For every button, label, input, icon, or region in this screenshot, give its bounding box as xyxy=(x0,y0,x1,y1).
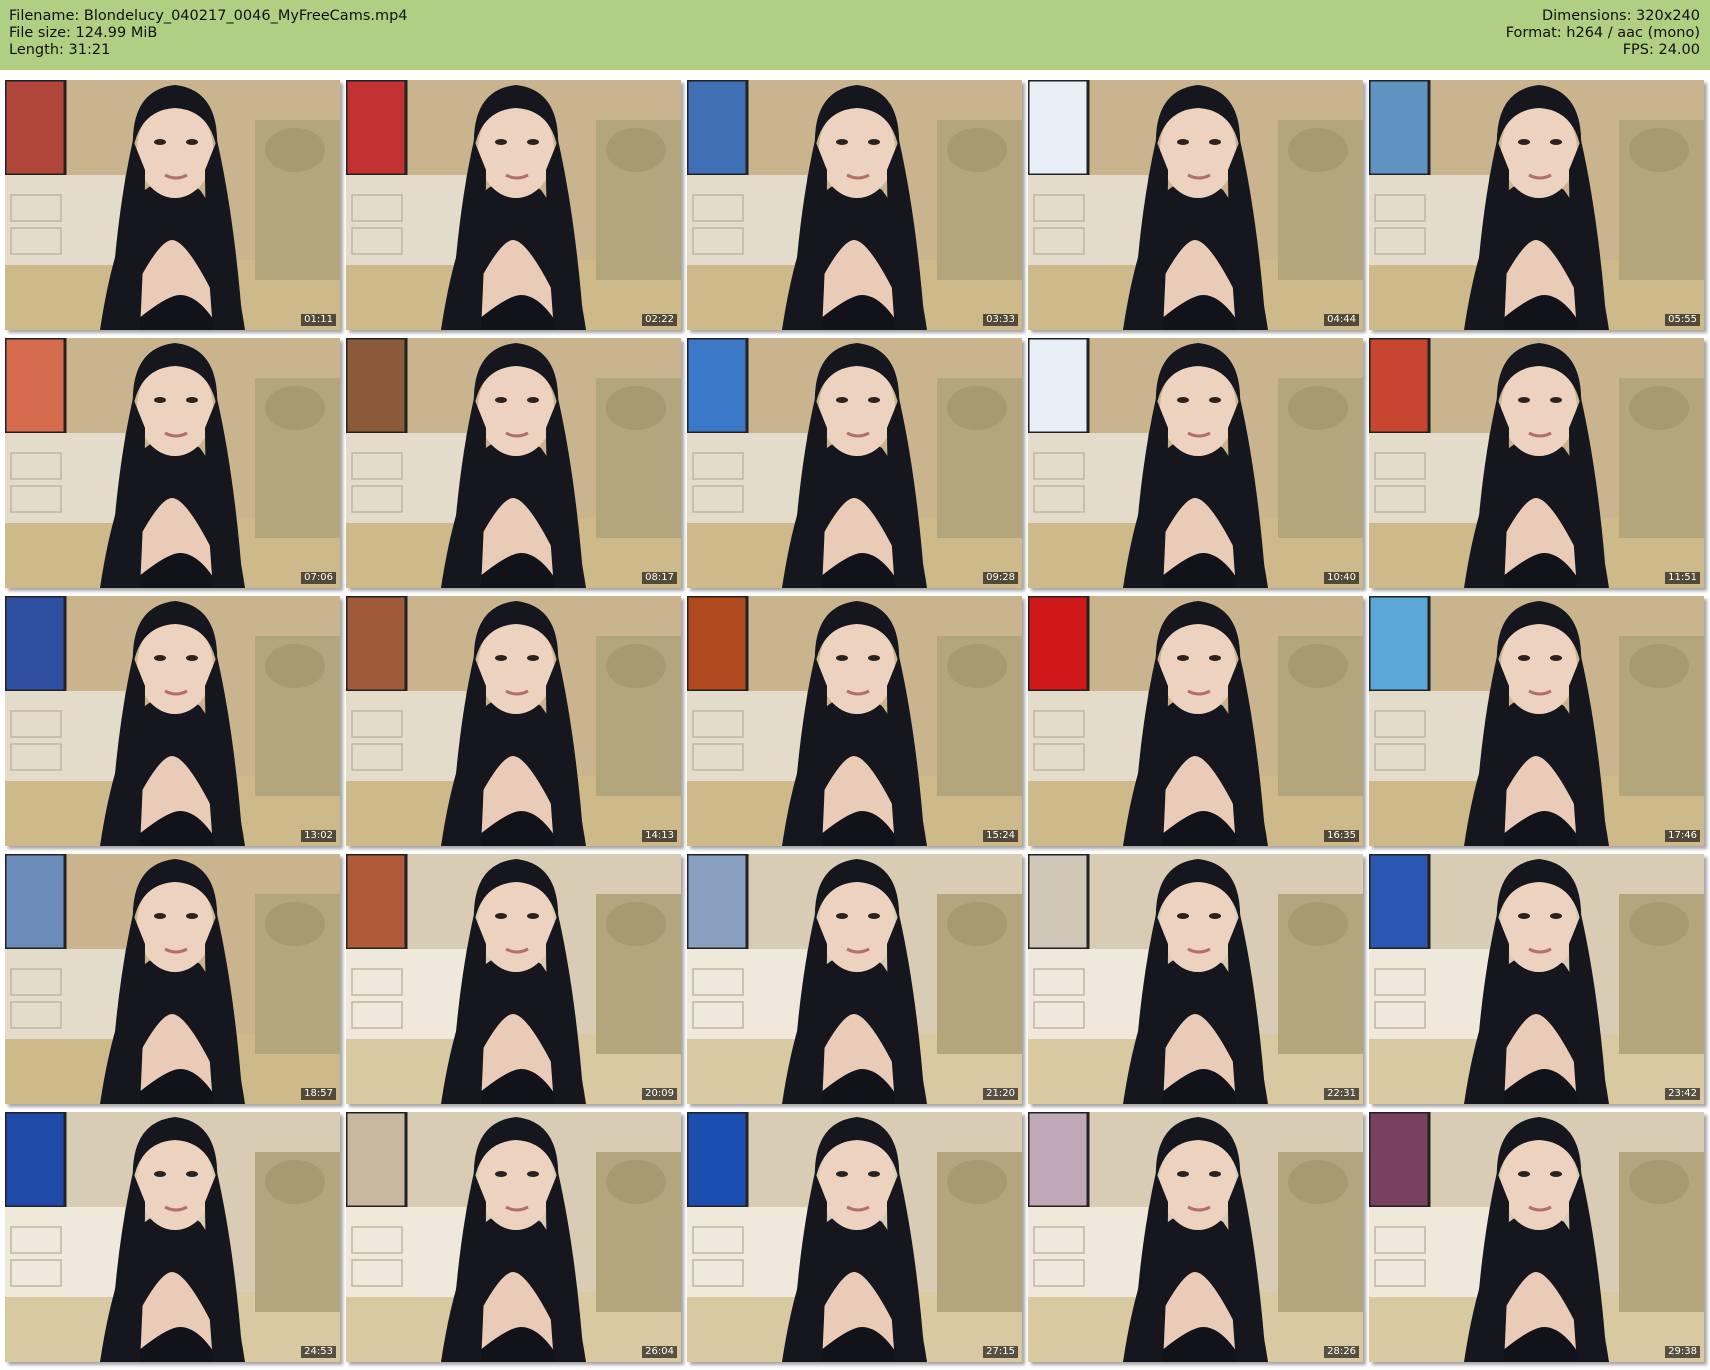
video-frame-thumbnail: 04:44 xyxy=(1028,80,1363,330)
thumbnail-grid: 01:11 02:22 03:33 04:44 05:55 07:06 08:17 09:28… xyxy=(5,80,1704,1362)
frame-timestamp: 10:40 xyxy=(1324,572,1359,584)
frame-timestamp: 18:57 xyxy=(301,1088,336,1100)
filename-text: Filename: Blondelucy_040217_0046_MyFreeC… xyxy=(9,8,408,24)
video-frame-thumbnail: 17:46 xyxy=(1369,596,1704,846)
video-frame-thumbnail: 27:15 xyxy=(687,1112,1022,1362)
frame-image xyxy=(687,338,1022,588)
frame-image xyxy=(5,596,340,846)
frame-image xyxy=(1369,338,1704,588)
video-frame-thumbnail: 10:40 xyxy=(1028,338,1363,588)
video-frame-thumbnail: 28:26 xyxy=(1028,1112,1363,1362)
frame-timestamp: 01:11 xyxy=(301,314,336,326)
frame-image xyxy=(1369,854,1704,1104)
frame-timestamp: 14:13 xyxy=(642,830,677,842)
frame-image xyxy=(346,596,681,846)
video-frame-thumbnail: 01:11 xyxy=(5,80,340,330)
frame-timestamp: 09:28 xyxy=(983,572,1018,584)
frame-image xyxy=(1028,80,1363,330)
frame-image xyxy=(687,1112,1022,1362)
video-frame-thumbnail: 21:20 xyxy=(687,854,1022,1104)
frame-timestamp: 05:55 xyxy=(1665,314,1700,326)
frame-image xyxy=(346,854,681,1104)
frame-timestamp: 13:02 xyxy=(301,830,336,842)
frame-image xyxy=(346,80,681,330)
frame-timestamp: 23:42 xyxy=(1665,1088,1700,1100)
filesize-text: File size: 124.99 MiB xyxy=(9,25,158,41)
video-frame-thumbnail: 22:31 xyxy=(1028,854,1363,1104)
frame-image xyxy=(687,596,1022,846)
video-frame-thumbnail: 05:55 xyxy=(1369,80,1704,330)
frame-image xyxy=(1028,854,1363,1104)
frame-image xyxy=(1369,80,1704,330)
frame-timestamp: 07:06 xyxy=(301,572,336,584)
frame-image xyxy=(346,338,681,588)
frame-timestamp: 17:46 xyxy=(1665,830,1700,842)
frame-image xyxy=(1028,596,1363,846)
frame-timestamp: 04:44 xyxy=(1324,314,1359,326)
video-frame-thumbnail: 24:53 xyxy=(5,1112,340,1362)
video-frame-thumbnail: 11:51 xyxy=(1369,338,1704,588)
file-info-left: Filename: Blondelucy_040217_0046_MyFreeC… xyxy=(9,8,408,59)
video-frame-thumbnail: 16:35 xyxy=(1028,596,1363,846)
frame-image xyxy=(5,1112,340,1362)
format-text: Format: h264 / aac (mono) xyxy=(1505,25,1700,41)
frame-image xyxy=(5,854,340,1104)
frame-image xyxy=(5,338,340,588)
file-info-right: Dimensions: 320x240 Format: h264 / aac (… xyxy=(1506,8,1700,59)
frame-image xyxy=(5,80,340,330)
frame-timestamp: 28:26 xyxy=(1324,1346,1359,1358)
video-frame-thumbnail: 08:17 xyxy=(346,338,681,588)
frame-image xyxy=(1028,338,1363,588)
fps-text: FPS: 24.00 xyxy=(1622,42,1700,58)
frame-timestamp: 03:33 xyxy=(983,314,1018,326)
dimensions-text: Dimensions: 320x240 xyxy=(1541,8,1700,24)
frame-timestamp: 16:35 xyxy=(1324,830,1359,842)
video-frame-thumbnail: 02:22 xyxy=(346,80,681,330)
video-frame-thumbnail: 07:06 xyxy=(5,338,340,588)
frame-image xyxy=(1369,596,1704,846)
video-frame-thumbnail: 03:33 xyxy=(687,80,1022,330)
frame-timestamp: 22:31 xyxy=(1324,1088,1359,1100)
video-frame-thumbnail: 18:57 xyxy=(5,854,340,1104)
frame-timestamp: 21:20 xyxy=(983,1088,1018,1100)
video-frame-thumbnail: 29:38 xyxy=(1369,1112,1704,1362)
video-frame-thumbnail: 09:28 xyxy=(687,338,1022,588)
frame-timestamp: 08:17 xyxy=(642,572,677,584)
video-frame-thumbnail: 14:13 xyxy=(346,596,681,846)
video-frame-thumbnail: 26:04 xyxy=(346,1112,681,1362)
frame-timestamp: 27:15 xyxy=(983,1346,1018,1358)
video-frame-thumbnail: 13:02 xyxy=(5,596,340,846)
video-frame-thumbnail: 15:24 xyxy=(687,596,1022,846)
frame-timestamp: 24:53 xyxy=(301,1346,336,1358)
frame-image xyxy=(346,1112,681,1362)
frame-image xyxy=(687,854,1022,1104)
frame-timestamp: 15:24 xyxy=(983,830,1018,842)
frame-timestamp: 26:04 xyxy=(642,1346,677,1358)
frame-image xyxy=(1028,1112,1363,1362)
frame-timestamp: 29:38 xyxy=(1665,1346,1700,1358)
frame-timestamp: 11:51 xyxy=(1665,572,1700,584)
frame-timestamp: 02:22 xyxy=(642,314,677,326)
frame-image xyxy=(1369,1112,1704,1362)
length-text: Length: 31:21 xyxy=(9,42,111,58)
video-frame-thumbnail: 20:09 xyxy=(346,854,681,1104)
file-info-header: Filename: Blondelucy_040217_0046_MyFreeC… xyxy=(0,0,1710,70)
frame-timestamp: 20:09 xyxy=(642,1088,677,1100)
video-frame-thumbnail: 23:42 xyxy=(1369,854,1704,1104)
frame-image xyxy=(687,80,1022,330)
